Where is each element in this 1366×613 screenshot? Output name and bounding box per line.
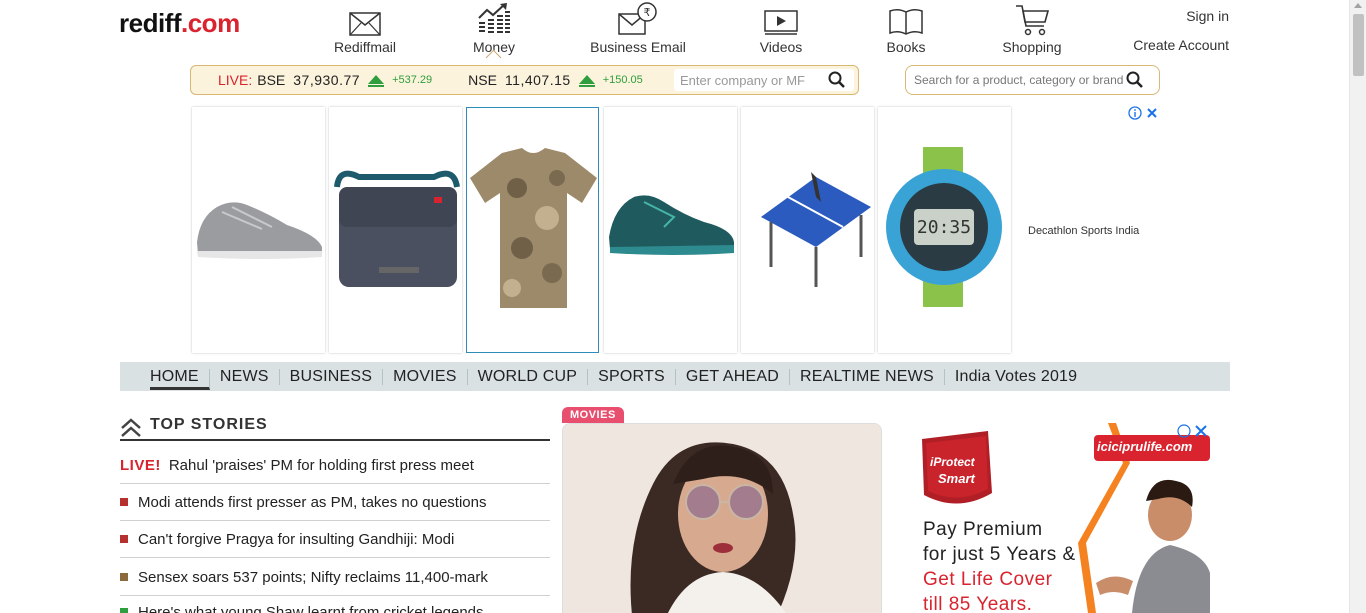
ad-brand: iciciprulife.com	[1097, 439, 1193, 454]
money-chart-icon	[470, 0, 518, 36]
nav-videos[interactable]: Videos	[758, 0, 804, 55]
nav-business-email-label: Business Email	[590, 39, 686, 55]
create-account-link[interactable]: Create Account	[1133, 37, 1229, 53]
book-icon	[883, 0, 929, 36]
shop-search-input[interactable]	[906, 73, 1126, 87]
section-movies[interactable]: MOVIES	[383, 368, 468, 385]
movies-tag[interactable]: MOVIES	[562, 407, 624, 423]
scroll-up-arrow-icon[interactable]	[1354, 3, 1362, 8]
bse-change: +537.29	[392, 74, 433, 86]
market-ticker: LIVE: BSE 37,930.77 +537.29 NSE 11,407.1…	[190, 65, 859, 95]
nse-up-arrow-icon	[578, 74, 595, 84]
ad-product-sports-watch[interactable]: 20:35	[878, 107, 1011, 353]
insurance-ad[interactable]: iciciprulife.com iProtect Smart Pay Prem…	[908, 423, 1210, 613]
svg-text:₹: ₹	[644, 6, 651, 19]
nav-shopping-label: Shopping	[1002, 39, 1062, 55]
ad-product-shoe-grey[interactable]	[192, 107, 325, 353]
ad-text-line: Get Life Cover	[923, 569, 1053, 590]
story-item[interactable]: Sensex soars 537 points; Nifty reclaims …	[120, 559, 550, 596]
site-logo[interactable]: rediff.com	[119, 8, 240, 39]
nav-videos-label: Videos	[759, 39, 803, 55]
nav-business-email[interactable]: ₹ Business Email	[590, 0, 686, 55]
ad-text-line: Pay Premium	[923, 519, 1043, 540]
story-item[interactable]: LIVE! Rahul 'praises' PM for holding fir…	[120, 447, 550, 484]
live-label: LIVE:	[218, 72, 253, 88]
ad-text-line: for just 5 Years &	[923, 544, 1076, 565]
ad-info-close-icon[interactable]	[1128, 106, 1160, 123]
ad-product-camo-tshirt[interactable]	[466, 107, 599, 353]
bse-value: 37,930.77	[293, 72, 361, 88]
nse-value: 11,407.15	[504, 72, 571, 88]
ad-sponsor-label[interactable]: Decathlon Sports India	[1028, 225, 1139, 237]
bse-label[interactable]: BSE	[257, 72, 285, 88]
nav-money-label: Money	[472, 39, 516, 55]
nse-label[interactable]: NSE	[468, 72, 497, 88]
story-bullet-icon	[120, 608, 128, 613]
story-headline[interactable]: Rahul 'praises' PM for holding first pre…	[169, 457, 474, 474]
chevron-up-double-icon	[121, 418, 141, 437]
section-business[interactable]: BUSINESS	[280, 368, 384, 385]
stock-search-box	[674, 69, 854, 91]
ad-product-table-tennis-table[interactable]	[741, 107, 874, 353]
nav-books-label: Books	[886, 39, 926, 55]
story-bullet-icon	[120, 498, 128, 506]
nav-rediffmail[interactable]: Rediffmail	[333, 0, 397, 55]
story-headline[interactable]: Modi attends first presser as PM, takes …	[138, 494, 487, 511]
section-news[interactable]: NEWS	[210, 368, 280, 385]
story-headline[interactable]: Sensex soars 537 points; Nifty reclaims …	[138, 569, 488, 586]
nav-money[interactable]: Money	[470, 0, 518, 55]
movies-feature-image[interactable]	[562, 423, 882, 613]
story-bullet-icon	[120, 573, 128, 581]
logo-suffix: .com	[181, 8, 240, 38]
section-get-ahead[interactable]: GET AHEAD	[676, 368, 790, 385]
video-icon	[758, 0, 804, 36]
shop-search-icon[interactable]	[1126, 71, 1144, 89]
svg-text:20:35: 20:35	[917, 217, 971, 238]
section-world-cup[interactable]: WORLD CUP	[468, 368, 589, 385]
nav-rediffmail-label: Rediffmail	[334, 39, 396, 55]
search-icon[interactable]	[828, 71, 846, 89]
ad-product-name: iProtect	[930, 455, 975, 469]
nav-books[interactable]: Books	[883, 0, 929, 55]
section-realtime-news[interactable]: REALTIME NEWS	[790, 368, 945, 385]
ad-product-bag[interactable]	[329, 107, 462, 353]
cart-icon	[1001, 0, 1063, 36]
scrollbar-thumb[interactable]	[1353, 14, 1364, 76]
story-item[interactable]: Here's what young Shaw learnt from crick…	[120, 596, 550, 613]
ad-product-running-shoe[interactable]	[604, 107, 737, 353]
story-item[interactable]: Modi attends first presser as PM, takes …	[120, 484, 550, 521]
logo-name: rediff	[119, 8, 182, 38]
ad-text-line: till 85 Years.	[923, 594, 1033, 613]
top-stories-title: TOP STORIES	[150, 416, 268, 433]
ad-product-name-2: Smart	[938, 471, 975, 486]
nav-shopping[interactable]: Shopping	[1001, 0, 1063, 55]
shop-search-box	[905, 65, 1160, 95]
main-section-nav: HOME NEWS BUSINESS MOVIES WORLD CUP SPOR…	[120, 362, 1230, 391]
bse-up-arrow-icon	[368, 74, 385, 84]
top-stories-header: TOP STORIES	[120, 414, 550, 441]
signin-link[interactable]: Sign in	[1186, 8, 1229, 24]
section-sports[interactable]: SPORTS	[588, 368, 676, 385]
page-scrollbar[interactable]	[1349, 0, 1366, 613]
story-bullet-icon	[120, 535, 128, 543]
section-india-votes[interactable]: India Votes 2019	[945, 368, 1087, 385]
stock-search-input[interactable]	[674, 72, 824, 88]
story-item[interactable]: Can't forgive Pragya for insulting Gandh…	[120, 521, 550, 558]
story-headline[interactable]: Can't forgive Pragya for insulting Gandh…	[138, 531, 454, 548]
business-email-icon: ₹	[590, 0, 686, 36]
mail-icon	[333, 0, 397, 36]
live-tag: LIVE!	[120, 456, 161, 474]
section-home[interactable]: HOME	[150, 368, 210, 390]
nse-change: +150.05	[602, 74, 643, 86]
story-headline[interactable]: Here's what young Shaw learnt from crick…	[138, 604, 484, 613]
